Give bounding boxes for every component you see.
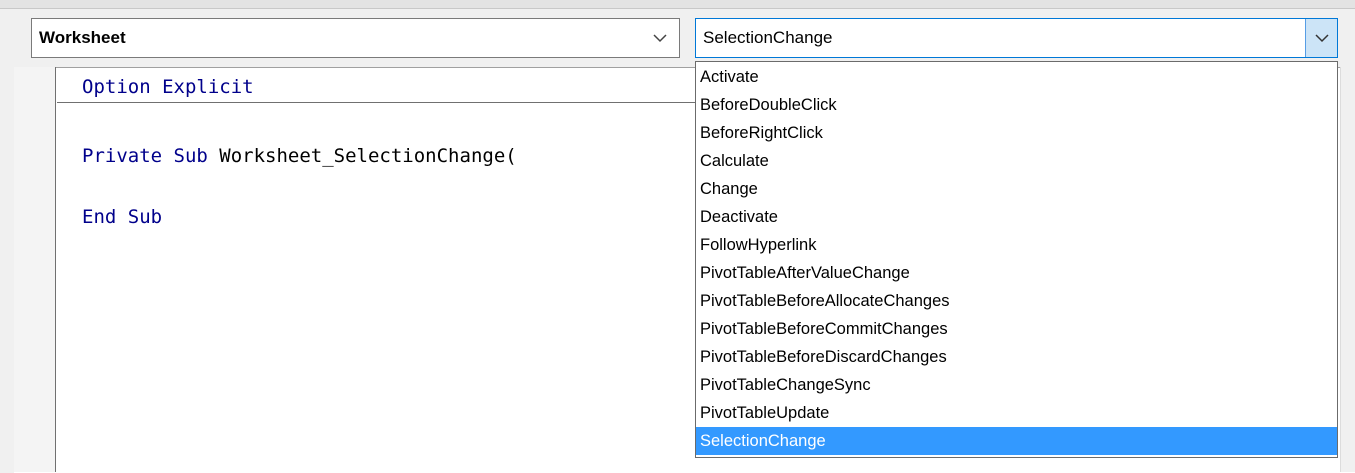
sub-signature: Worksheet_SelectionChange( xyxy=(207,145,517,167)
procedure-combobox-value: SelectionChange xyxy=(703,28,833,47)
procedure-dropdown-button[interactable] xyxy=(1305,19,1337,57)
dropdown-item[interactable]: PivotTableBeforeCommitChanges xyxy=(696,315,1337,343)
chevron-down-icon xyxy=(1315,34,1329,43)
dropdown-item[interactable]: Calculate xyxy=(696,147,1337,175)
dropdown-item[interactable]: PivotTableChangeSync xyxy=(696,371,1337,399)
dropdown-item[interactable]: PivotTableBeforeAllocateChanges xyxy=(696,287,1337,315)
dropdown-item[interactable]: PivotTableAfterValueChange xyxy=(696,259,1337,287)
window-top-border xyxy=(0,0,1355,9)
vertical-scrollbar[interactable] xyxy=(1340,67,1355,472)
dropdown-item[interactable]: Activate xyxy=(696,63,1337,91)
procedure-dropdown-list[interactable]: Activate BeforeDoubleClick BeforeRightCl… xyxy=(695,61,1338,458)
code-line-end-sub[interactable]: End Sub xyxy=(82,206,162,228)
code-line-sub-declaration[interactable]: Private Sub Worksheet_SelectionChange( xyxy=(82,145,517,167)
chevron-down-icon[interactable] xyxy=(651,29,669,47)
procedure-separator xyxy=(57,102,757,103)
keyword-private-sub: Private Sub xyxy=(82,145,208,167)
dropdown-item[interactable]: BeforeDoubleClick xyxy=(696,91,1337,119)
vbe-code-window: Worksheet SelectionChange Option Explici… xyxy=(0,0,1355,473)
object-combobox-value: Worksheet xyxy=(39,28,126,47)
dropdown-item[interactable]: Deactivate xyxy=(696,203,1337,231)
procedure-combobox[interactable]: SelectionChange xyxy=(695,18,1338,58)
code-line-option-explicit[interactable]: Option Explicit xyxy=(82,76,254,98)
dropdown-item-selected[interactable]: SelectionChange xyxy=(696,427,1337,455)
margin-indicator-bar[interactable] xyxy=(14,67,56,472)
dropdown-item[interactable]: FollowHyperlink xyxy=(696,231,1337,259)
dropdown-item[interactable]: PivotTableUpdate xyxy=(696,399,1337,427)
dropdown-item[interactable]: BeforeRightClick xyxy=(696,119,1337,147)
dropdown-item[interactable]: PivotTableBeforeDiscardChanges xyxy=(696,343,1337,371)
dropdown-item[interactable]: Change xyxy=(696,175,1337,203)
object-combobox[interactable]: Worksheet xyxy=(31,18,680,58)
